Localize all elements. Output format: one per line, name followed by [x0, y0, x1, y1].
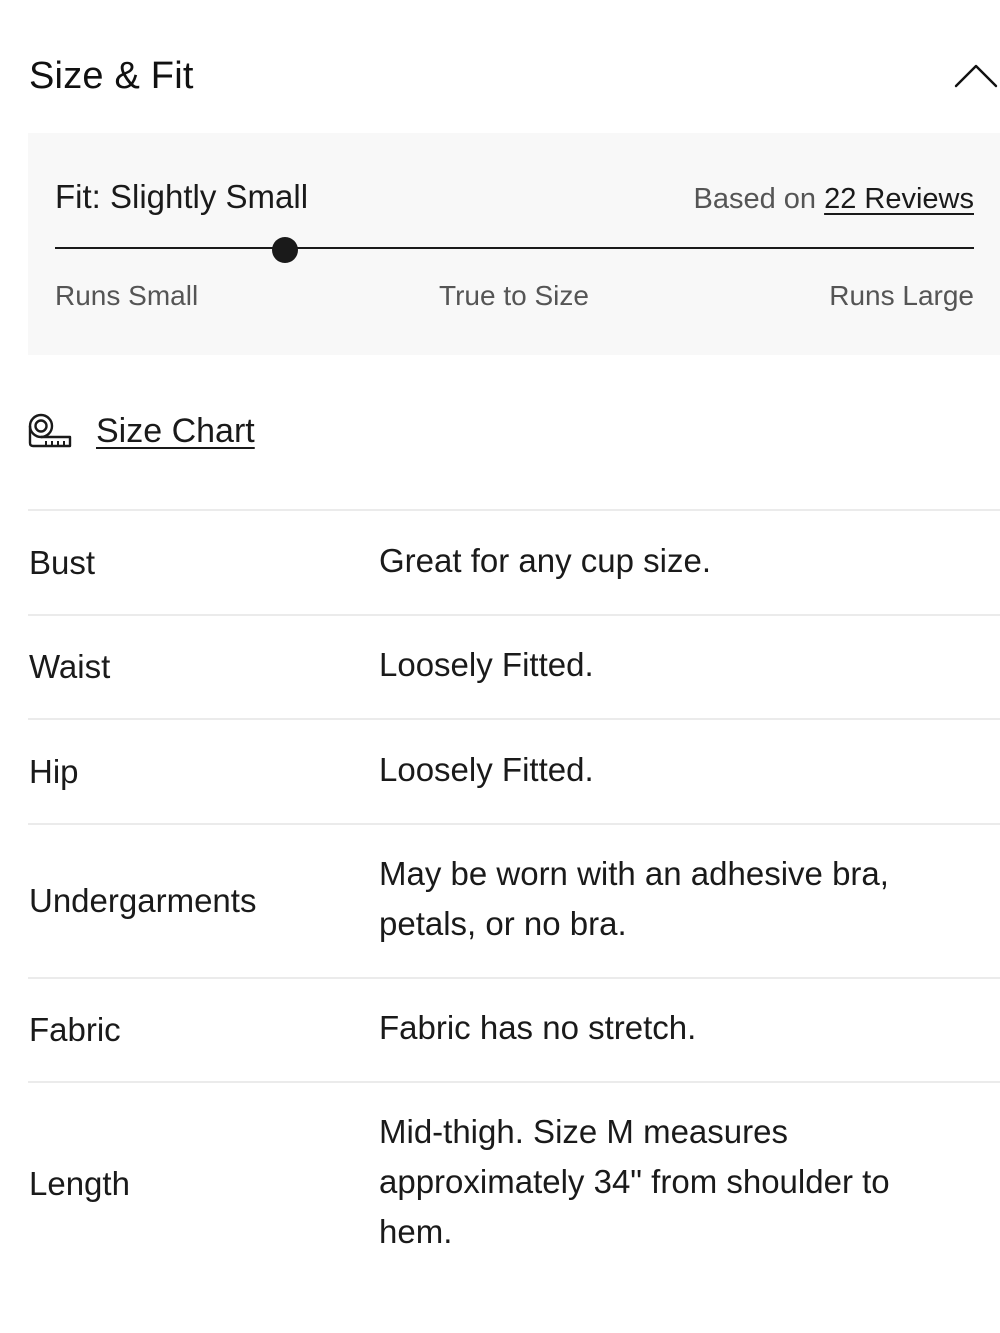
- spec-name: Hip: [29, 752, 79, 790]
- spec-value: Fabric has no stretch.: [379, 1009, 697, 1046]
- spec-value: Mid-thigh. Size M measures approximately…: [379, 1113, 890, 1250]
- spec-row-waist: Waist Loosely Fitted.: [28, 614, 1000, 718]
- spec-row-undergarments: Undergarments May be worn with an adhesi…: [28, 823, 1000, 977]
- fit-panel: Fit: Slightly Small Based on 22 Reviews …: [28, 133, 1000, 355]
- spec-name: Waist: [29, 648, 111, 685]
- spec-name: Bust: [29, 543, 96, 581]
- spec-value: Loosely Fitted.: [379, 646, 594, 683]
- scale-label-runs-large: Runs Large: [829, 280, 974, 311]
- fit-slider-marker: [271, 237, 298, 263]
- spec-name: Undergarments: [29, 882, 257, 919]
- reviews-link[interactable]: 22 Reviews: [824, 183, 974, 215]
- spec-value: Loosely Fitted.: [379, 750, 594, 788]
- fit-details-table: Bust Great for any cup size. Waist Loose…: [28, 509, 1000, 1285]
- spec-row-length: Length Mid-thigh. Size M measures approx…: [28, 1081, 1000, 1285]
- size-chart-label: Size Chart: [96, 412, 255, 450]
- spec-row-fabric: Fabric Fabric has no stretch.: [28, 977, 1000, 1081]
- spec-value: Great for any cup size.: [379, 541, 711, 579]
- measuring-tape-icon: [28, 413, 72, 448]
- spec-value: May be worn with an adhesive bra, petals…: [379, 855, 889, 942]
- spec-row-hip: Hip Loosely Fitted.: [28, 718, 1000, 823]
- size-chart-link[interactable]: Size Chart: [28, 408, 255, 454]
- chevron-up-icon[interactable]: [954, 56, 998, 96]
- spec-name: Fabric: [29, 1011, 121, 1048]
- fit-label: Fit: Slightly Small: [55, 178, 309, 215]
- reviews-prefix: Based on: [693, 183, 817, 215]
- spec-row-bust: Bust Great for any cup size.: [28, 509, 1000, 614]
- section-title: Size & Fit: [29, 55, 194, 97]
- fit-slider-track: [55, 247, 974, 249]
- spec-name: Length: [29, 1165, 130, 1202]
- reviews-summary: Based on 22 Reviews: [693, 179, 974, 219]
- size-fit-header[interactable]: Size & Fit: [29, 50, 1000, 102]
